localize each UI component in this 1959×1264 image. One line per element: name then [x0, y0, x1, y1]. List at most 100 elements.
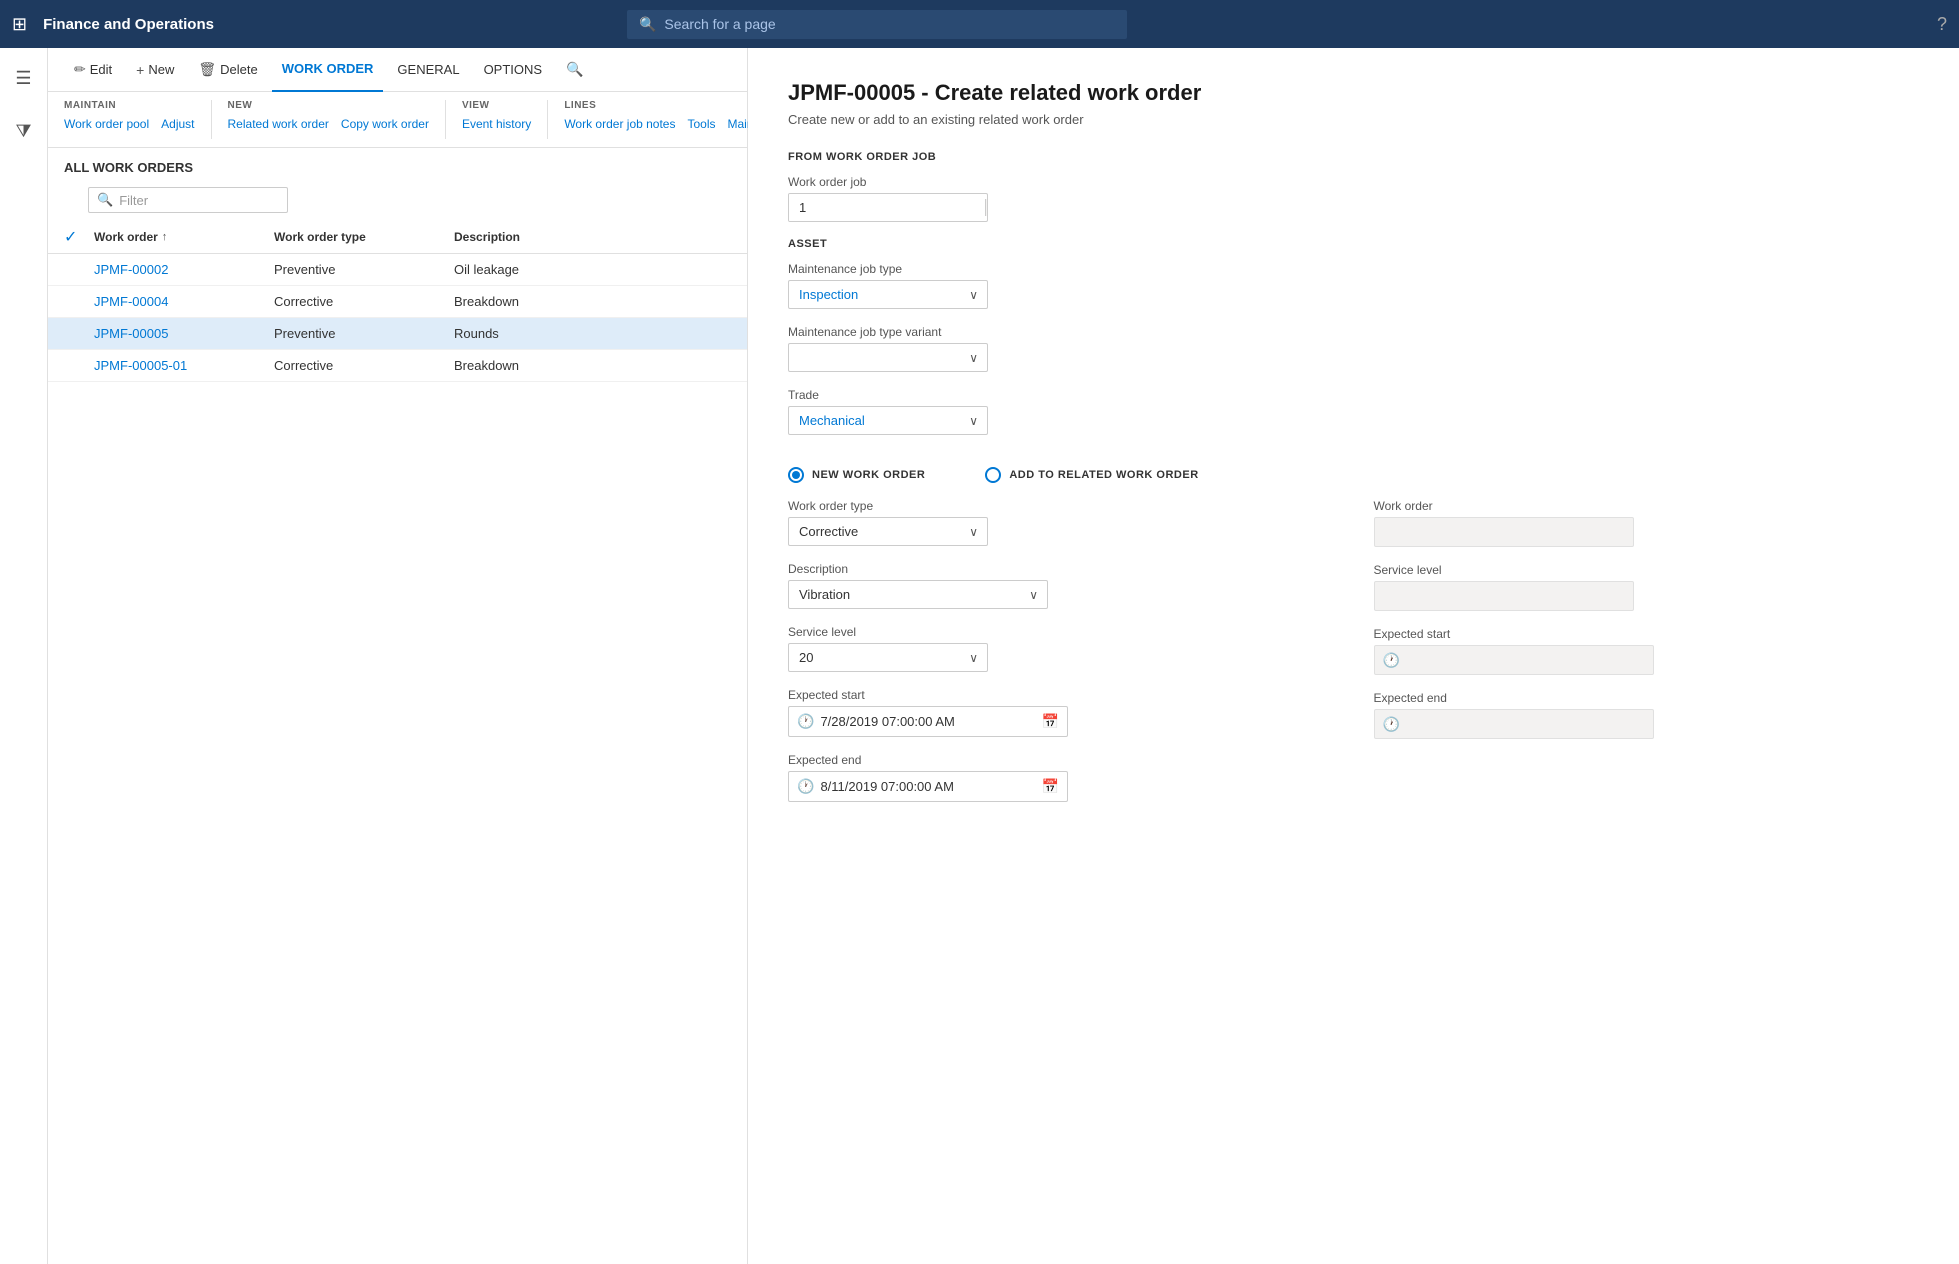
ribbon-items-new: Related work order Copy work order: [228, 117, 429, 131]
main-layout: ☰ ⧩ ✏ Edit + New 🗑 Delete WORK ORDE: [0, 48, 1959, 1264]
filter-bar: 🔍: [48, 183, 747, 221]
ribbon-group-new: NEW Related work order Copy work order: [228, 100, 446, 139]
filter-input[interactable]: [119, 193, 279, 208]
right-work-order-input: [1374, 517, 1634, 547]
service-level-label: Service level: [788, 625, 1334, 639]
calendar-icon-start[interactable]: 📅: [1042, 713, 1059, 730]
two-col-form: Work order type Corrective Preventive ∨ …: [788, 499, 1919, 818]
row-type-2: Corrective: [274, 294, 454, 309]
maintenance-job-type-select[interactable]: Inspection Mechanical Corrective: [788, 280, 988, 309]
ribbon-work-order-pool[interactable]: Work order pool: [64, 117, 149, 131]
radio-add-related[interactable]: ADD TO RELATED WORK ORDER: [985, 467, 1198, 483]
help-icon[interactable]: ?: [1937, 14, 1947, 35]
right-work-order-label: Work order: [1374, 499, 1920, 513]
ribbon-content: MAINTAIN Work order pool Adjust NEW Rela…: [48, 92, 747, 147]
work-order-job-spinner[interactable]: ∨: [985, 199, 988, 216]
right-service-level-label: Service level: [1374, 563, 1920, 577]
top-nav: ⊞ Finance and Operations 🔍 ?: [0, 0, 1959, 48]
expected-start-field: Expected start 🕐 📅: [788, 688, 1334, 737]
row-desc-2: Breakdown: [454, 294, 731, 309]
right-expected-end-field: Expected end 🕐: [1374, 691, 1920, 739]
row-workorder-4[interactable]: JPMF-00005-01: [94, 358, 274, 373]
row-desc-3: Rounds: [454, 326, 731, 341]
hamburger-icon[interactable]: ☰: [7, 60, 39, 97]
work-order-job-input-wrap[interactable]: ∨: [788, 193, 988, 222]
radio-add-label: ADD TO RELATED WORK ORDER: [1009, 469, 1198, 481]
tab-edit[interactable]: ✏ Edit: [64, 48, 122, 92]
work-order-job-field: Work order job ∨: [788, 175, 1919, 222]
expected-end-input-wrap[interactable]: 🕐 📅: [788, 771, 1068, 802]
table-header-row: ✓ Work order ↑ Work order type Descripti…: [48, 221, 747, 254]
maintenance-job-type-variant-label: Maintenance job type variant: [788, 325, 1919, 339]
radio-row: NEW WORK ORDER ADD TO RELATED WORK ORDER: [788, 467, 1919, 483]
maintenance-job-type-variant-select[interactable]: [788, 343, 988, 372]
list-header: ALL WORK ORDERS: [48, 148, 747, 183]
work-order-table: ✓ Work order ↑ Work order type Descripti…: [48, 221, 747, 1264]
radio-new-work-order[interactable]: NEW WORK ORDER: [788, 467, 925, 483]
grid-icon[interactable]: ⊞: [12, 14, 27, 35]
left-sidebar: ☰ ⧩: [0, 48, 48, 1264]
tab-search[interactable]: 🔍: [556, 48, 593, 92]
column-description: Description: [454, 230, 731, 244]
section-asset: ASSET: [788, 238, 1919, 250]
description-select-wrap[interactable]: Vibration Oil leakage ∨: [788, 580, 1048, 609]
filter-sidebar-icon[interactable]: ⧩: [7, 113, 39, 150]
table-row[interactable]: JPMF-00002 Preventive Oil leakage: [48, 254, 747, 286]
ribbon-tools[interactable]: Tools: [687, 117, 715, 131]
tab-delete[interactable]: 🗑 Delete: [188, 48, 267, 92]
ribbon-event-history[interactable]: Event history: [462, 117, 531, 131]
column-work-order[interactable]: Work order ↑: [94, 230, 274, 244]
table-row[interactable]: JPMF-00005 Preventive Rounds: [48, 318, 747, 350]
edit-icon: ✏: [74, 61, 86, 78]
row-desc-1: Oil leakage: [454, 262, 731, 277]
expected-start-input[interactable]: [820, 714, 1035, 729]
service-level-select-wrap[interactable]: 20 10 30 ∨: [788, 643, 988, 672]
tab-options[interactable]: OPTIONS: [474, 48, 553, 92]
service-level-select[interactable]: 20 10 30: [788, 643, 988, 672]
left-panel: ✏ Edit + New 🗑 Delete WORK ORDER GENERAL: [48, 48, 748, 1264]
radio-add-circle[interactable]: [985, 467, 1001, 483]
table-row[interactable]: JPMF-00005-01 Corrective Breakdown: [48, 350, 747, 382]
table-row[interactable]: JPMF-00004 Corrective Breakdown: [48, 286, 747, 318]
work-order-type-select[interactable]: Corrective Preventive: [788, 517, 988, 546]
calendar-icon-end[interactable]: 📅: [1042, 778, 1059, 795]
trade-select[interactable]: Mechanical Electrical: [788, 406, 988, 435]
trade-select-wrap[interactable]: Mechanical Electrical ∨: [788, 406, 988, 435]
clock-icon-start: 🕐: [797, 713, 814, 730]
clock-icon-end: 🕐: [797, 778, 814, 795]
ribbon-copy-work-order[interactable]: Copy work order: [341, 117, 429, 131]
row-workorder-3[interactable]: JPMF-00005: [94, 326, 274, 341]
description-select[interactable]: Vibration Oil leakage: [788, 580, 1048, 609]
dialog-title: JPMF-00005 - Create related work order: [788, 80, 1919, 106]
ribbon-group-maintain: MAINTAIN Work order pool Adjust: [64, 100, 212, 139]
section-from-work-order-job: FROM WORK ORDER JOB: [788, 151, 1919, 163]
row-workorder-2[interactable]: JPMF-00004: [94, 294, 274, 309]
right-work-order-field: Work order: [1374, 499, 1920, 547]
maintenance-job-type-variant-select-wrap[interactable]: ∨: [788, 343, 988, 372]
ribbon-related-work-order[interactable]: Related work order: [228, 117, 329, 131]
expected-start-input-wrap[interactable]: 🕐 📅: [788, 706, 1068, 737]
sort-icon[interactable]: ↑: [162, 231, 168, 243]
work-order-type-select-wrap[interactable]: Corrective Preventive ∨: [788, 517, 988, 546]
filter-input-wrap[interactable]: 🔍: [88, 187, 288, 213]
ribbon-tabs: ✏ Edit + New 🗑 Delete WORK ORDER GENERAL: [48, 48, 747, 92]
ribbon-work-order-job-notes[interactable]: Work order job notes: [564, 117, 675, 131]
row-workorder-1[interactable]: JPMF-00002: [94, 262, 274, 277]
global-search-input[interactable]: [664, 16, 1115, 32]
global-search-bar[interactable]: 🔍: [627, 10, 1127, 39]
tab-work-order[interactable]: WORK ORDER: [272, 48, 384, 92]
ribbon-adjust[interactable]: Adjust: [161, 117, 194, 131]
expected-end-label: Expected end: [788, 753, 1334, 767]
ribbon: ✏ Edit + New 🗑 Delete WORK ORDER GENERAL: [48, 48, 747, 148]
tab-new[interactable]: + New: [126, 48, 184, 92]
radio-new-circle[interactable]: [788, 467, 804, 483]
expected-end-input[interactable]: [820, 779, 1035, 794]
ribbon-items-maintain: Work order pool Adjust: [64, 117, 195, 131]
maintenance-job-type-select-wrap[interactable]: Inspection Mechanical Corrective ∨: [788, 280, 988, 309]
service-level-field: Service level 20 10 30 ∨: [788, 625, 1334, 672]
description-label: Description: [788, 562, 1334, 576]
tab-general[interactable]: GENERAL: [387, 48, 469, 92]
radio-new-label: NEW WORK ORDER: [812, 469, 925, 481]
list-title: ALL WORK ORDERS: [64, 160, 193, 175]
work-order-job-input[interactable]: [789, 194, 985, 221]
